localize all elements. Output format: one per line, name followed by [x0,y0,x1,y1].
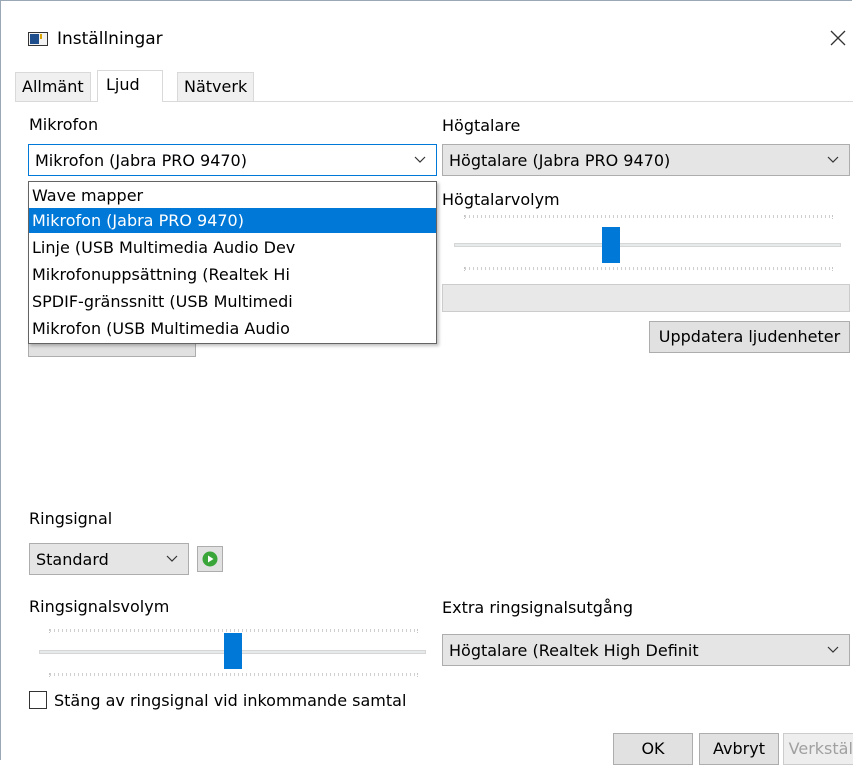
microphone-option[interactable]: Linje (USB Multimedia Audio Dev [29,235,436,260]
speaker-level-meter [442,284,850,312]
title-bar: Inställningar [1,1,853,61]
speaker-volume-track[interactable] [454,243,841,247]
ringtone-select[interactable]: Standard [29,543,189,575]
chevron-down-icon [414,156,426,163]
refresh-devices-button[interactable]: Uppdatera ljudenheter [649,321,850,353]
cancel-button[interactable]: Avbryt [699,733,779,765]
speaker-volume-ticks-bottom [464,267,833,271]
microphone-select[interactable]: Mikrofon (Jabra PRO 9470) [28,144,437,176]
ringtone-volume-ticks-bottom [49,673,418,677]
play-icon [202,551,218,567]
ringtone-label: Ringsignal [29,509,113,528]
app-icon [28,32,48,46]
microphone-option-selected[interactable]: Mikrofon (Jabra PRO 9470) [29,208,436,233]
ok-button[interactable]: OK [613,733,693,765]
microphone-option[interactable]: Mikrofon (USB Multimedia Audio [29,316,436,341]
microphone-option[interactable]: Mikrofonuppsättning (Realtek Hi [29,262,436,287]
tab-ljud[interactable]: Ljud [97,70,163,102]
mute-ringtone-label: Stäng av ringsignal vid inkommande samta… [54,691,407,710]
microphone-option[interactable]: SPDIF-gränssnitt (USB Multimedi [29,289,436,314]
extra-ring-output-label: Extra ringsignalsutgång [442,598,633,617]
extra-ring-output-selected-value: Högtalare (Realtek High Definit [449,641,699,660]
ringtone-selected-value: Standard [36,550,109,569]
ringtone-volume-label: Ringsignalsvolym [29,597,170,616]
speaker-volume-slider-thumb[interactable] [601,227,620,263]
speaker-volume-ticks-top [464,215,833,219]
speakers-label: Högtalare [442,116,521,135]
close-icon[interactable] [827,27,849,49]
chevron-down-icon [166,555,178,562]
tab-natverk[interactable]: Nätverk [177,72,255,101]
play-ringtone-button[interactable] [197,546,223,572]
ringtone-volume-slider-thumb[interactable] [223,633,242,669]
microphone-dropdown-list: Wave mapper Mikrofon (Jabra PRO 9470) Li… [28,181,437,344]
window-title: Inställningar [57,29,163,49]
settings-window: Inställningar Allmänt Ljud Nätverk Mikro… [0,0,853,765]
extra-ring-output-select[interactable]: Högtalare (Realtek High Definit [442,634,850,666]
speakers-selected-value: Högtalare (Jabra PRO 9470) [449,151,671,170]
apply-button[interactable]: Verkställ [783,733,853,765]
chevron-down-icon [827,646,839,653]
microphone-selected-value: Mikrofon (Jabra PRO 9470) [35,151,247,170]
chevron-down-icon [827,156,839,163]
mute-ringtone-checkbox[interactable] [29,691,47,709]
speakers-select[interactable]: Högtalare (Jabra PRO 9470) [442,144,850,176]
microphone-label: Mikrofon [29,115,99,134]
speaker-volume-label: Högtalarvolym [442,190,560,209]
microphone-option[interactable]: Wave mapper [29,183,436,208]
tab-allmant[interactable]: Allmänt [15,72,91,101]
